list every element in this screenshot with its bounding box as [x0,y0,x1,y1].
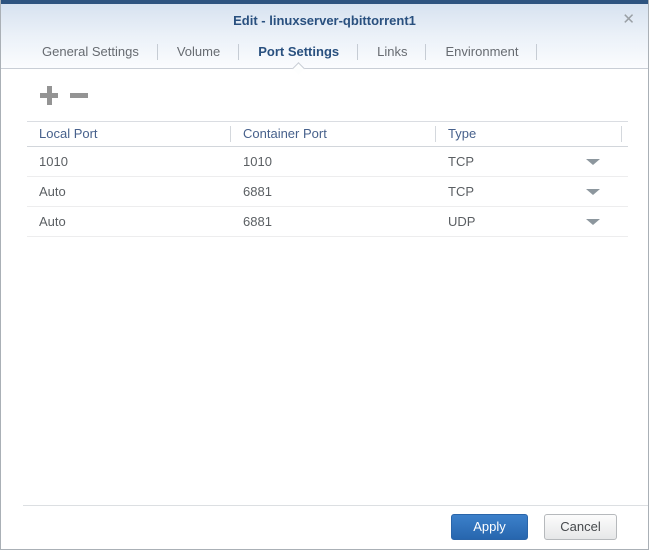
add-port-button[interactable] [39,85,59,105]
cancel-button[interactable]: Cancel [544,514,617,540]
tab-general-settings[interactable]: General Settings [23,36,158,68]
port-table: Local Port Container Port Type 1010 1010… [27,121,628,237]
type-select[interactable]: UDP [436,214,622,229]
port-settings-panel: Local Port Container Port Type 1010 1010… [1,69,648,237]
column-header-container-port: Container Port [231,126,436,142]
local-port-value[interactable]: Auto [27,214,231,229]
close-icon[interactable]: ✕ [622,12,635,28]
type-value: TCP [448,154,474,169]
type-select[interactable]: TCP [436,184,622,199]
tab-port-settings[interactable]: Port Settings [239,36,359,75]
remove-port-button[interactable] [69,85,89,105]
type-select[interactable]: TCP [436,154,622,169]
dialog-footer: Apply Cancel [23,505,648,549]
type-value: UDP [448,214,476,229]
table-row[interactable]: Auto 6881 TCP [27,177,628,207]
tab-environment[interactable]: Environment [426,36,538,68]
column-header-local-port: Local Port [27,126,231,142]
apply-button[interactable]: Apply [451,514,528,540]
container-port-value[interactable]: 1010 [231,154,436,169]
tab-links[interactable]: Links [358,36,427,68]
container-port-value[interactable]: 6881 [231,184,436,199]
chevron-down-icon[interactable] [586,218,600,225]
tab-label: General Settings [42,44,139,59]
chevron-down-icon[interactable] [586,188,600,195]
edit-container-dialog: Edit - linuxserver-qbittorrent1 ✕ Genera… [0,0,649,550]
local-port-value[interactable]: 1010 [27,154,231,169]
dialog-titlebar: Edit - linuxserver-qbittorrent1 ✕ [1,4,648,36]
container-port-value[interactable]: 6881 [231,214,436,229]
tab-label: Port Settings [258,44,340,59]
tab-bar: General Settings Volume Port Settings Li… [1,36,648,75]
local-port-value[interactable]: Auto [27,184,231,199]
tab-label: Volume [176,44,221,59]
chevron-down-icon[interactable] [586,158,600,165]
table-header-row: Local Port Container Port Type [27,121,628,147]
table-row[interactable]: 1010 1010 TCP [27,147,628,177]
column-header-type: Type [436,126,622,142]
page-title: Edit - linuxserver-qbittorrent1 [233,13,416,28]
port-toolbar [27,81,648,105]
table-row[interactable]: Auto 6881 UDP [27,207,628,237]
tab-volume[interactable]: Volume [158,36,240,68]
tab-label: Links [377,44,408,59]
tab-label: Environment [445,44,519,59]
type-value: TCP [448,184,474,199]
